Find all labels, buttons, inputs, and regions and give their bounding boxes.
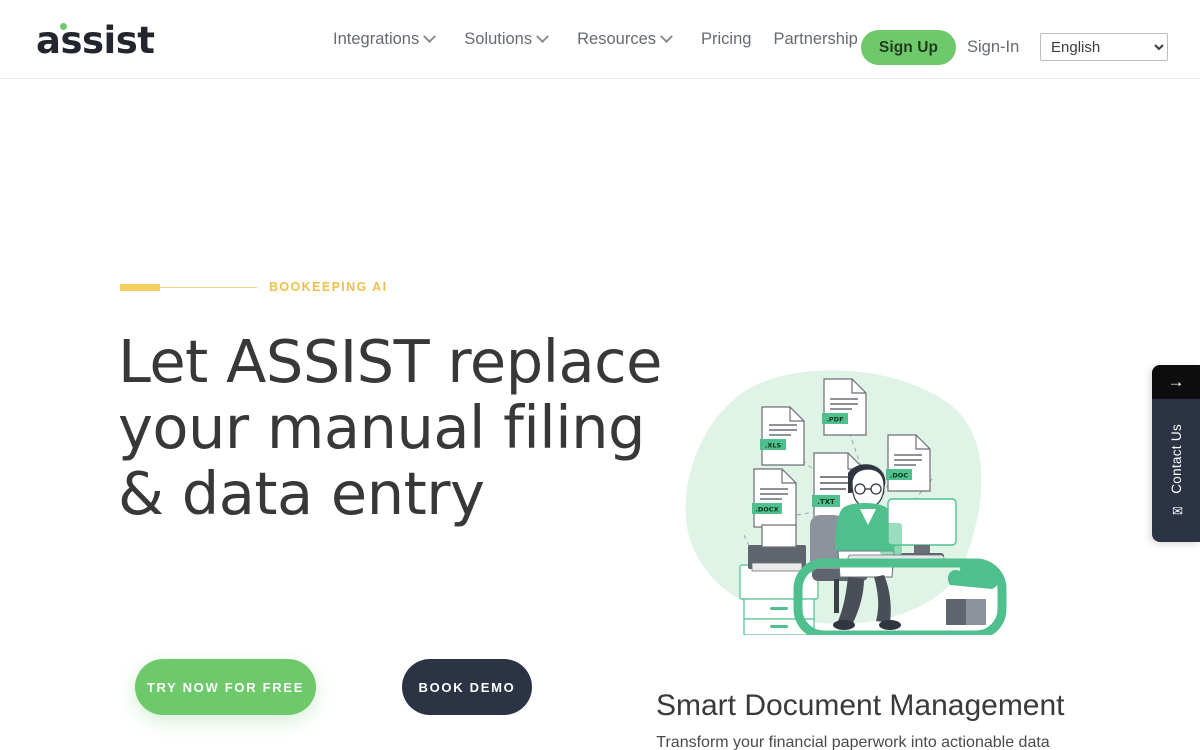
eyebrow-label: BOOKEEPING AI: [269, 280, 388, 294]
try-now-for-free-button[interactable]: TRY NOW FOR FREE: [135, 659, 316, 715]
nav-label-resources: Resources: [577, 30, 656, 48]
nav-item-integrations[interactable]: Integrations: [333, 30, 452, 49]
logo-dot-icon: [60, 23, 67, 30]
nav-item-resources[interactable]: Resources: [577, 30, 689, 49]
chevron-down-icon: [423, 30, 437, 44]
hero-cta-row: TRY NOW FOR FREE BOOK DEMO: [135, 659, 532, 715]
nav-label-pricing: Pricing: [701, 30, 752, 48]
svg-text:.DOC: .DOC: [890, 472, 908, 480]
language-select[interactable]: English: [1040, 33, 1168, 61]
primary-navigation: Integrations Solutions Resources Pricing…: [333, 0, 880, 79]
file-docx: .DOCX: [752, 468, 797, 528]
nav-item-pricing[interactable]: Pricing: [701, 30, 751, 49]
page-title: Let ASSIST replace your manual filing & …: [118, 327, 662, 528]
site-header: assist Integrations Solutions Resources …: [0, 0, 1200, 79]
svg-text:.TXT: .TXT: [817, 498, 835, 506]
svg-text:.DOCX: .DOCX: [755, 506, 778, 514]
nav-label-integrations: Integrations: [333, 30, 420, 48]
nav-label-solutions: Solutions: [464, 30, 533, 48]
hero-eyebrow: BOOKEEPING AI: [120, 280, 387, 294]
sign-in-link[interactable]: Sign-In: [967, 38, 1019, 57]
svg-text:.PDF: .PDF: [826, 416, 843, 424]
eyebrow-bar: [120, 283, 160, 291]
nav-item-partnership[interactable]: Partnership: [773, 30, 857, 49]
file-pdf: .PDF: [822, 378, 867, 436]
logo[interactable]: assist: [36, 18, 155, 62]
svg-text:.XLS: .XLS: [765, 442, 782, 450]
illustration-svg: .XLS .PDF .DOC .DOCX .TXT: [685, 370, 1007, 640]
file-doc: .DOC: [886, 434, 931, 492]
hero-section: BOOKEEPING AI Let ASSIST replace your ma…: [0, 79, 1200, 750]
feature-title: Smart Document Management: [656, 689, 1065, 722]
file-xls: .XLS: [760, 406, 805, 466]
chevron-down-icon: [536, 30, 549, 44]
chevron-down-icon: [660, 30, 673, 44]
contact-us-button[interactable]: Contact Us ✉: [1152, 399, 1200, 542]
contact-us-tab[interactable]: → Contact Us ✉: [1152, 365, 1200, 542]
book-demo-button[interactable]: BOOK DEMO: [402, 659, 532, 715]
logo-text: assist: [36, 18, 155, 62]
contact-expand-arrow-icon[interactable]: →: [1152, 365, 1200, 399]
mail-icon: ✉: [1168, 501, 1184, 517]
hero-illustration: .XLS .PDF .DOC .DOCX .TXT: [652, 367, 1056, 640]
nav-item-solutions[interactable]: Solutions: [464, 30, 565, 49]
eyebrow-line: [160, 286, 257, 288]
contact-us-label: Contact Us: [1168, 424, 1184, 494]
feature-description: Transform your financial paperwork into …: [656, 734, 1050, 750]
nav-label-partnership: Partnership: [773, 30, 858, 48]
sign-up-button[interactable]: Sign Up: [861, 30, 956, 65]
